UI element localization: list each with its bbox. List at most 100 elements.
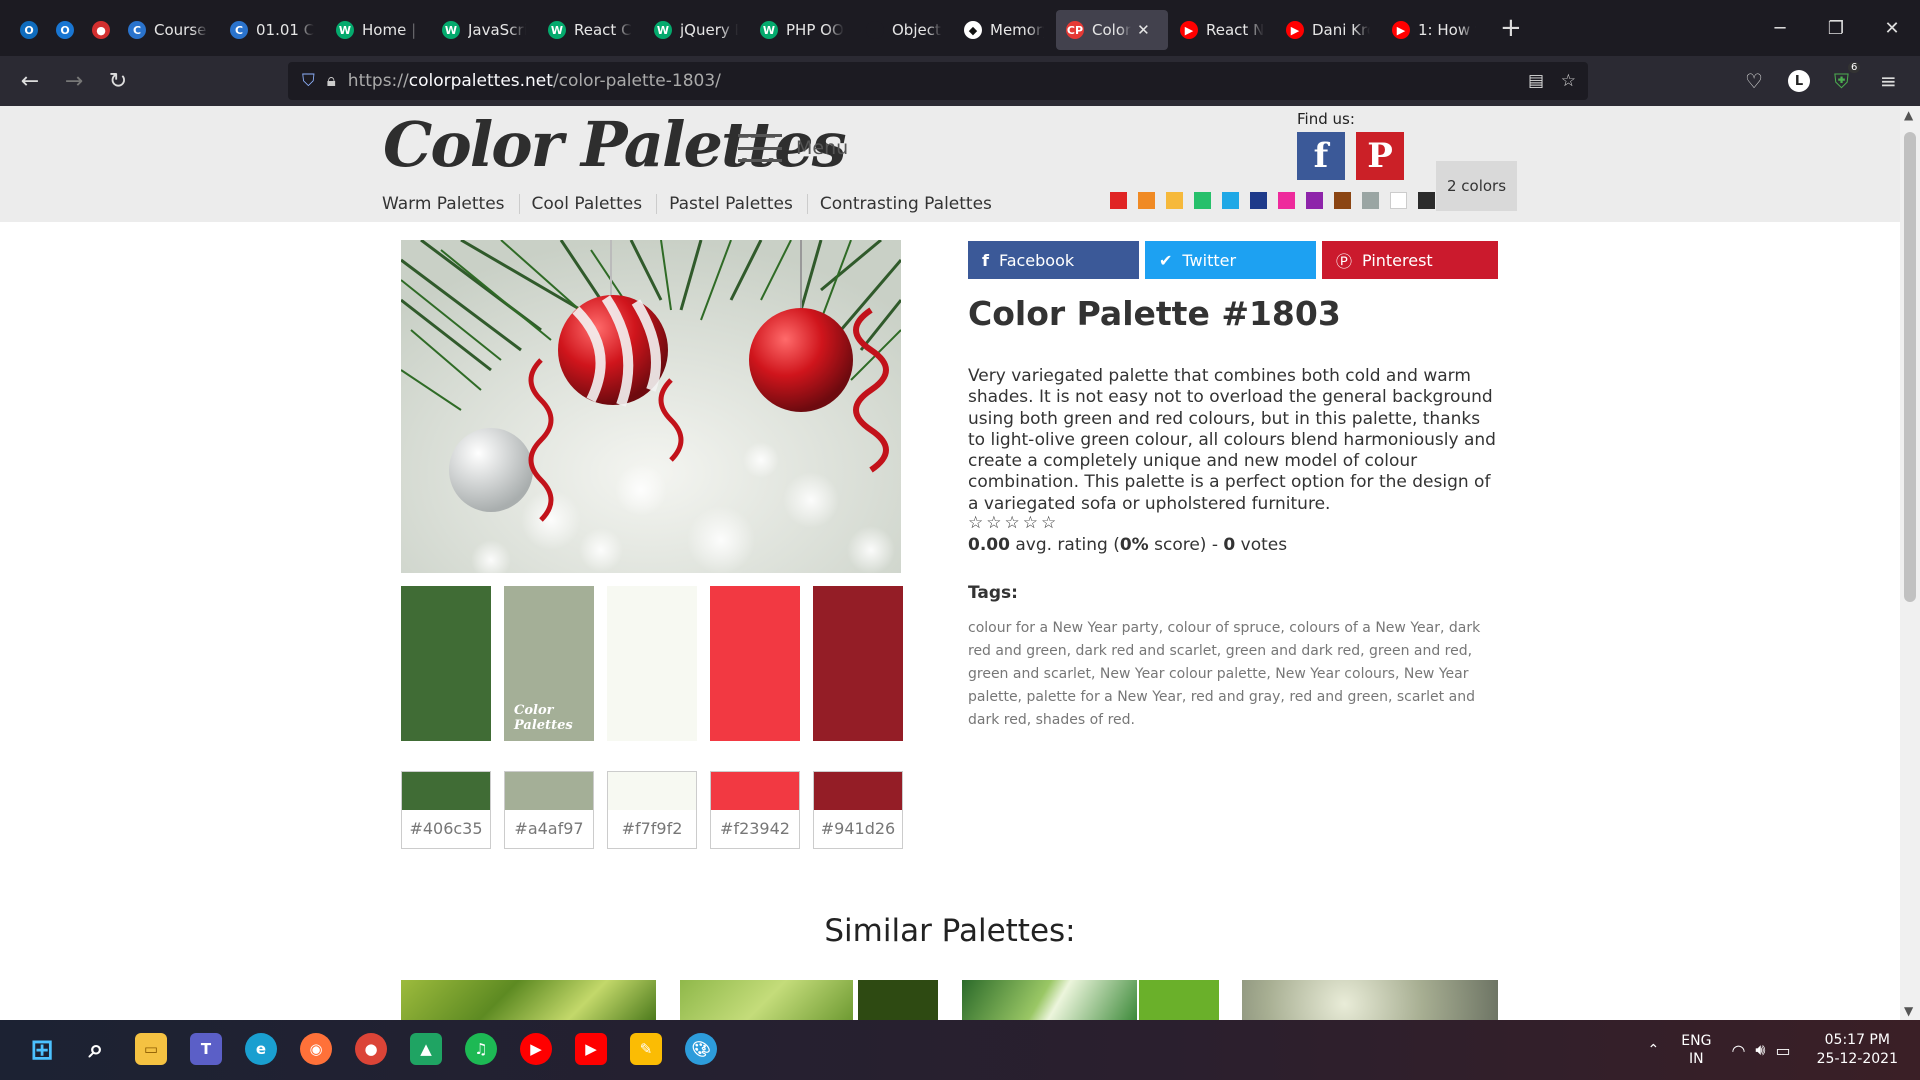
browser-tab[interactable]: W React Co: [538, 10, 642, 50]
close-tab-icon[interactable]: ✕: [1137, 21, 1150, 39]
youtube-music-icon[interactable]: ▶: [520, 1033, 552, 1065]
back-icon[interactable]: ←: [8, 61, 52, 101]
color-filter-swatch[interactable]: [1250, 192, 1267, 209]
hex-chip[interactable]: #a4af97: [504, 771, 594, 849]
color-filter-swatch[interactable]: [1194, 192, 1211, 209]
color-filter-swatch[interactable]: [1362, 192, 1379, 209]
browser-tab[interactable]: O: [46, 10, 80, 50]
shield-icon[interactable]: ⛉: [302, 71, 315, 91]
two-colors-button[interactable]: 2 colors: [1436, 161, 1517, 211]
color-swatch[interactable]: [813, 586, 903, 741]
file-explorer-icon[interactable]: ▭: [135, 1033, 167, 1065]
search-icon[interactable]: ⌕: [80, 1033, 112, 1065]
color-filter-swatch[interactable]: [1390, 192, 1407, 209]
color-filter-swatch[interactable]: [1166, 192, 1183, 209]
clock[interactable]: 05:17 PM 25-12-2021: [1817, 1031, 1898, 1069]
reader-view-icon[interactable]: ▤: [1528, 71, 1544, 91]
edge-icon[interactable]: e: [245, 1033, 277, 1065]
address-bar[interactable]: ⛉ 🔒︎ https:// colorpalettes.net /color-p…: [288, 62, 1588, 100]
start-icon[interactable]: ⊞: [26, 1033, 58, 1066]
similar-palette-thumb[interactable]: [858, 980, 938, 1020]
browser-tab[interactable]: C 01.01 Co: [220, 10, 324, 50]
share-facebook-button[interactable]: f Facebook: [968, 241, 1139, 279]
hex-chip[interactable]: #406c35: [401, 771, 491, 849]
color-filter-swatch[interactable]: [1138, 192, 1155, 209]
browser-tab[interactable]: W PHP OOP: [750, 10, 854, 50]
app-menu-icon[interactable]: ≡: [1880, 69, 1897, 93]
hex-chip-color: [608, 772, 696, 810]
share-twitter-button[interactable]: ✔︎ Twitter: [1145, 241, 1316, 279]
wifi-icon[interactable]: ◠: [1731, 1041, 1745, 1060]
menu-button[interactable]: Menu: [738, 134, 848, 162]
share-pinterest-button[interactable]: Ⓟ Pinterest: [1322, 241, 1498, 279]
outlook-icon: O: [56, 21, 74, 39]
google-drive-icon[interactable]: ▲: [410, 1033, 442, 1065]
tab-title: jQuery Ef: [680, 21, 738, 39]
firefox-icon[interactable]: ◉: [300, 1033, 332, 1065]
color-swatch[interactable]: [607, 586, 697, 741]
color-swatch[interactable]: [710, 586, 800, 741]
browser-tab[interactable]: ▶ 1: How to: [1382, 10, 1486, 50]
color-filter-swatch[interactable]: [1334, 192, 1351, 209]
color-filter-swatch[interactable]: [1222, 192, 1239, 209]
bookmark-star-icon[interactable]: ☆: [1561, 71, 1576, 91]
pinterest-icon[interactable]: P: [1356, 132, 1404, 180]
pocket-icon[interactable]: ♡: [1745, 69, 1763, 93]
color-swatch[interactable]: [401, 586, 491, 741]
similar-palette-thumb[interactable]: [962, 980, 1137, 1020]
similar-palettes-heading: Similar Palettes:: [824, 913, 1076, 949]
rating-stars[interactable]: ☆☆☆☆☆: [968, 513, 1059, 533]
category-link[interactable]: Pastel Palettes: [669, 194, 808, 214]
page-scrollbar[interactable]: ▲ ▼: [1900, 106, 1920, 1020]
chrome-icon[interactable]: ●: [355, 1033, 387, 1065]
forward-icon[interactable]: →: [52, 61, 96, 101]
new-tab-button[interactable]: +: [1500, 13, 1522, 43]
color-filter-swatch[interactable]: [1418, 192, 1435, 209]
minimize-icon[interactable]: ─: [1752, 0, 1808, 56]
hex-chip[interactable]: #f7f9f2: [607, 771, 697, 849]
browser-tab[interactable]: WjQuery Ef: [644, 10, 748, 50]
category-link[interactable]: Cool Palettes: [532, 194, 658, 214]
battery-icon[interactable]: ▭: [1776, 1041, 1791, 1060]
browser-tab[interactable]: Objects v: [856, 10, 952, 50]
chevron-up-icon[interactable]: ⌃: [1648, 1042, 1660, 1058]
hex-chip[interactable]: #f23942: [710, 771, 800, 849]
youtube-icon[interactable]: ▶: [575, 1033, 607, 1065]
volume-icon[interactable]: 🔊︎: [1755, 1040, 1765, 1060]
scroll-thumb[interactable]: [1904, 132, 1916, 602]
color-filter-swatch[interactable]: [1110, 192, 1127, 209]
scroll-up-icon[interactable]: ▲: [1904, 108, 1913, 122]
facebook-icon[interactable]: f: [1297, 132, 1345, 180]
browser-tab[interactable]: C Coursera: [118, 10, 218, 50]
scroll-down-icon[interactable]: ▼: [1904, 1004, 1913, 1018]
similar-palette-thumb[interactable]: [401, 980, 656, 1020]
similar-palette-thumb[interactable]: [1139, 980, 1219, 1020]
browser-tab[interactable]: ▶ React Na: [1170, 10, 1274, 50]
browser-tab[interactable]: W JavaScrip: [432, 10, 536, 50]
profile-avatar[interactable]: L: [1788, 70, 1810, 92]
similar-palette-thumb[interactable]: [1242, 980, 1498, 1020]
paint-icon[interactable]: 🎨︎: [685, 1033, 717, 1065]
tags-list[interactable]: colour for a New Year party, colour of s…: [968, 617, 1496, 732]
spotify-icon[interactable]: ♫: [465, 1033, 497, 1065]
color-filter-swatch[interactable]: [1306, 192, 1323, 209]
keep-notes-icon[interactable]: ✎: [630, 1033, 662, 1065]
similar-palette-thumb[interactable]: [680, 980, 853, 1020]
browser-tab[interactable]: O: [10, 10, 44, 50]
color-filter-swatch[interactable]: [1278, 192, 1295, 209]
browser-tab[interactable]: CP Color ✕: [1056, 10, 1168, 50]
extension-shield-icon[interactable]: ⛨: [1834, 69, 1849, 93]
restore-icon[interactable]: ❐: [1808, 0, 1864, 56]
hex-chip[interactable]: #941d26: [813, 771, 903, 849]
close-window-icon[interactable]: ✕: [1864, 0, 1920, 56]
lock-icon[interactable]: 🔒︎: [327, 71, 336, 91]
reload-icon[interactable]: ↻: [96, 61, 140, 101]
browser-tab[interactable]: W Home | M: [326, 10, 430, 50]
language-indicator[interactable]: ENG IN: [1681, 1032, 1711, 1068]
browser-tab[interactable]: ◆ Memory: [954, 10, 1054, 50]
browser-tab[interactable]: ▶ Dani Kro: [1276, 10, 1380, 50]
category-link[interactable]: Warm Palettes: [382, 194, 520, 214]
browser-tab[interactable]: ●: [82, 10, 116, 50]
teams-icon[interactable]: T: [190, 1033, 222, 1065]
category-link[interactable]: Contrasting Palettes: [820, 194, 1006, 214]
